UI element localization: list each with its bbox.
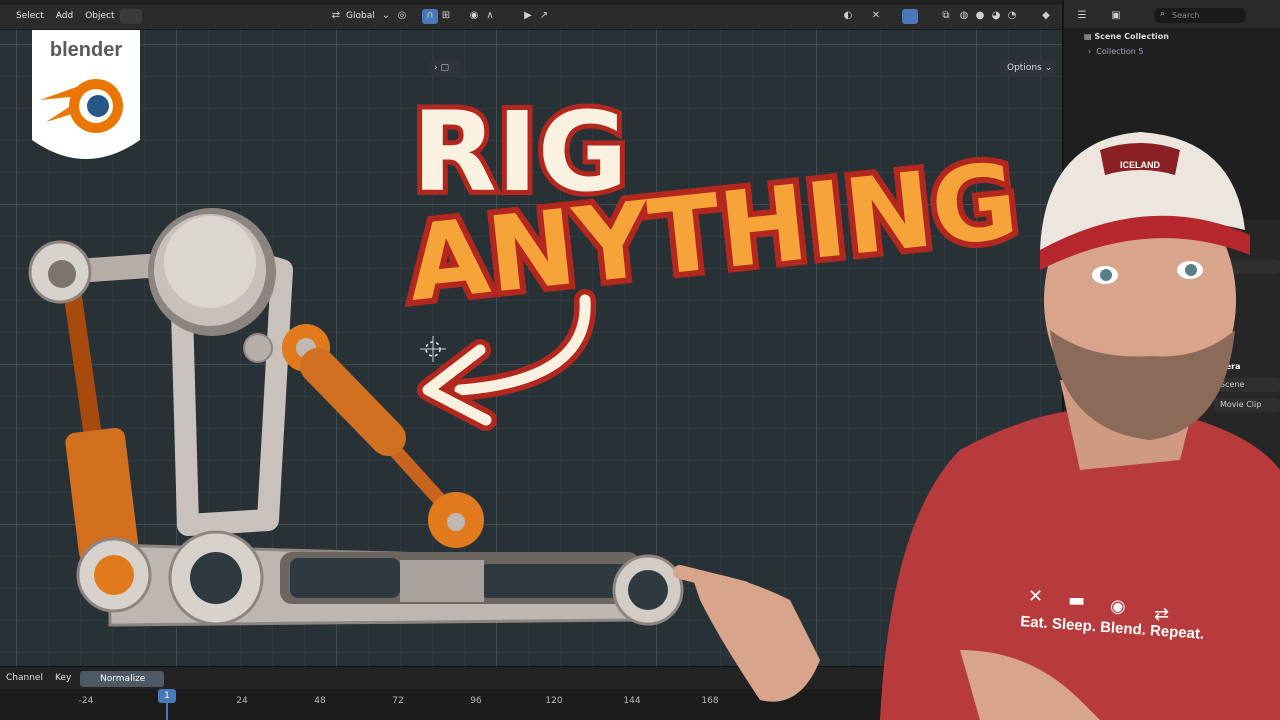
thumbnail-overlay: blender RIG ANYTHING ICELAND ✕ ▬ ◉ ⇄ Eat… xyxy=(28,30,1280,720)
bed-icon: ▬ xyxy=(1068,590,1085,611)
thumbnail-title: RIG ANYTHING xyxy=(396,83,1029,431)
3d-cursor-icon xyxy=(420,336,446,362)
blender-logo-icon: ◉ xyxy=(1110,596,1126,617)
blender-wordmark: blender xyxy=(50,39,122,61)
fork-knife-icon: ✕ xyxy=(1028,586,1043,607)
blender-logo-badge: blender xyxy=(32,30,140,159)
cap-text: ICELAND xyxy=(1120,160,1160,170)
